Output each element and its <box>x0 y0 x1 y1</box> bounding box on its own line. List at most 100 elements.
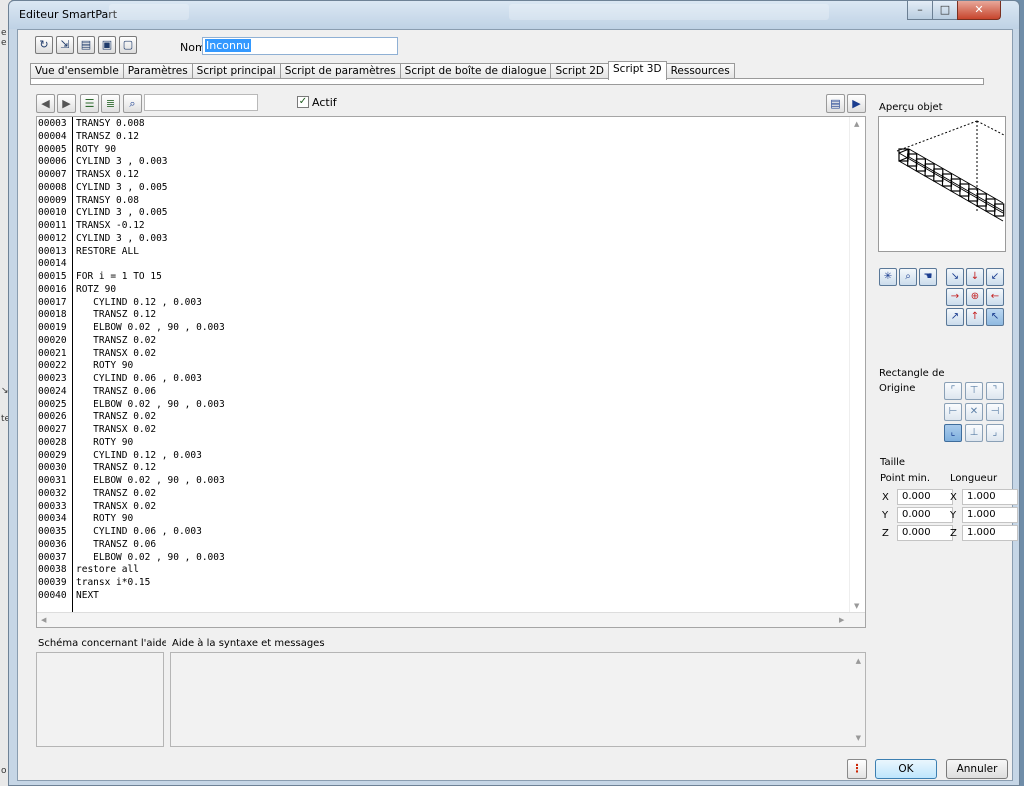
code-line[interactable]: 00009 TRANSY 0.08 <box>37 195 849 208</box>
code-line[interactable]: 00024 TRANSZ 0.06 <box>37 386 849 399</box>
scroll-down-arrow-icon[interactable]: ▼ <box>854 602 859 610</box>
view-se-button[interactable]: ↖ <box>986 308 1004 326</box>
code-line[interactable]: 00040 NEXT <box>37 590 849 603</box>
code-line[interactable]: 00026 TRANSZ 0.02 <box>37 411 849 424</box>
code-line[interactable]: 00020 TRANSZ 0.02 <box>37 335 849 348</box>
code-line[interactable]: 00011 TRANSX -0.12 <box>37 220 849 233</box>
code-line[interactable]: 00037 ELBOW 0.02 , 90 , 0.003 <box>37 552 849 565</box>
help-scroll-down-arrow-icon[interactable]: ▼ <box>856 734 861 742</box>
code-line[interactable]: 00023 CYLIND 0.06 , 0.003 <box>37 373 849 386</box>
close-button[interactable]: ✕ <box>957 1 1001 20</box>
code-line[interactable]: 00025 ELBOW 0.02 , 90 , 0.003 <box>37 399 849 412</box>
tab-vue-d-ensemble[interactable]: Vue d'ensemble <box>30 63 124 79</box>
tab-script-de-parametres[interactable]: Script de paramètres <box>279 63 401 79</box>
code-line[interactable]: 00006 CYLIND 3 , 0.003 <box>37 156 849 169</box>
pan-all-button[interactable]: ✳ <box>879 268 897 286</box>
view-e-button[interactable]: ← <box>986 288 1004 306</box>
point-min-z-input[interactable]: 0.000 <box>897 525 953 541</box>
zoom-button[interactable]: ⌕ <box>899 268 917 286</box>
code-line[interactable]: 00036 TRANSZ 0.06 <box>37 539 849 552</box>
origin-top-left-button[interactable]: ⌜ <box>944 382 962 400</box>
list-button[interactable]: ☰ <box>80 94 99 113</box>
origin-bottom-right-button[interactable]: ⌟ <box>986 424 1004 442</box>
code-line[interactable]: 00029 CYLIND 0.12 , 0.003 <box>37 450 849 463</box>
view-ne-button[interactable]: ↙ <box>986 268 1004 286</box>
tab-ressources[interactable]: Ressources <box>665 63 735 79</box>
code-line[interactable]: 00033 TRANSX 0.02 <box>37 501 849 514</box>
object-preview[interactable] <box>878 116 1006 252</box>
code-editor[interactable]: 00003 TRANSY 0.008 00004 TRANSZ 0.12 00005 RO… <box>36 116 866 628</box>
code-line[interactable]: 00019 ELBOW 0.02 , 90 , 0.003 <box>37 322 849 335</box>
code-line[interactable]: 00027 TRANSX 0.02 <box>37 424 849 437</box>
ok-button[interactable]: OK <box>875 759 937 779</box>
redo-button[interactable]: ▶ <box>57 94 76 113</box>
point-min-x-input[interactable]: 0.000 <box>897 489 953 505</box>
tab-script-principal[interactable]: Script principal <box>191 63 281 79</box>
code-line[interactable]: 00013 RESTORE ALL <box>37 246 849 259</box>
origin-bottom-left-button[interactable]: ⌞ <box>944 424 962 442</box>
origin-middle-left-button[interactable]: ⊢ <box>944 403 962 421</box>
scroll-left-arrow-icon[interactable]: ◀ <box>41 616 46 624</box>
point-min-y-input[interactable]: 0.000 <box>897 507 953 523</box>
help-scroll-up-arrow-icon[interactable]: ▲ <box>856 657 861 665</box>
code-line[interactable]: 00012 CYLIND 3 , 0.003 <box>37 233 849 246</box>
tab-script-2d[interactable]: Script 2D <box>550 63 610 79</box>
code-line[interactable]: 00039 transx i*0.15 <box>37 577 849 590</box>
script-help-button[interactable]: ▤ <box>826 94 845 113</box>
view-center-button[interactable]: ⊕ <box>966 288 984 306</box>
code-line[interactable]: 00010 CYLIND 3 , 0.005 <box>37 207 849 220</box>
longueur-x-input[interactable]: 1.000 <box>962 489 1018 505</box>
help-button[interactable]: ⋮ <box>847 759 867 779</box>
origin-top-right-button[interactable]: ⌝ <box>986 382 1004 400</box>
origin-top-center-button[interactable]: ⊤ <box>965 382 983 400</box>
tab-parametres[interactable]: Paramètres <box>122 63 193 79</box>
code-line[interactable]: 00003 TRANSY 0.008 <box>37 118 849 131</box>
cancel-button[interactable]: Annuler <box>946 759 1008 779</box>
tab-script-de-boite-de-dialogue[interactable]: Script de boîte de dialogue <box>399 63 552 79</box>
lock-button[interactable]: ▢ <box>119 36 137 54</box>
undo-button[interactable]: ◀ <box>36 94 55 113</box>
view-n-button[interactable]: ↓ <box>966 268 984 286</box>
import-button[interactable]: ⇲ <box>56 36 74 54</box>
save-button[interactable]: ▣ <box>98 36 116 54</box>
scroll-up-arrow-icon[interactable]: ▲ <box>854 120 859 128</box>
code-line[interactable]: 00016 ROTZ 90 <box>37 284 849 297</box>
longueur-y-input[interactable]: 1.000 <box>962 507 1018 523</box>
title-bar[interactable]: Editeur SmartPart – □ ✕ <box>9 1 1019 29</box>
code-line[interactable]: 00007 TRANSX 0.12 <box>37 169 849 182</box>
actif-checkbox[interactable]: ✓ <box>297 96 309 108</box>
scroll-right-arrow-icon[interactable]: ▶ <box>839 616 844 624</box>
code-line[interactable]: 00030 TRANSZ 0.12 <box>37 462 849 475</box>
code-line[interactable]: 00005 ROTY 90 <box>37 144 849 157</box>
horizontal-scrollbar[interactable]: ◀ ▶ <box>37 612 865 627</box>
minimize-button[interactable]: – <box>907 1 933 20</box>
run-script-button[interactable]: ▶ <box>847 94 866 113</box>
code-line[interactable]: 00014 <box>37 258 849 271</box>
view-nw-button[interactable]: ↘ <box>946 268 964 286</box>
code-line[interactable]: 00004 TRANSZ 0.12 <box>37 131 849 144</box>
origin-center-button[interactable]: ✕ <box>965 403 983 421</box>
view-sw-button[interactable]: ↗ <box>946 308 964 326</box>
code-line[interactable]: 00018 TRANSZ 0.12 <box>37 309 849 322</box>
code-line[interactable]: 00022 ROTY 90 <box>37 360 849 373</box>
view-w-button[interactable]: → <box>946 288 964 306</box>
code-line[interactable]: 00032 TRANSZ 0.02 <box>37 488 849 501</box>
origin-middle-right-button[interactable]: ⊣ <box>986 403 1004 421</box>
code-line[interactable]: 00028 ROTY 90 <box>37 437 849 450</box>
code-line[interactable]: 00034 ROTY 90 <box>37 513 849 526</box>
search-input[interactable] <box>144 94 258 111</box>
code-line[interactable]: 00031 ELBOW 0.02 , 90 , 0.003 <box>37 475 849 488</box>
maximize-button[interactable]: □ <box>932 1 958 20</box>
code-line[interactable]: 00035 CYLIND 0.06 , 0.003 <box>37 526 849 539</box>
code-line[interactable]: 00038 restore all <box>37 564 849 577</box>
view-s-button[interactable]: ↑ <box>966 308 984 326</box>
origin-bottom-center-button[interactable]: ⊥ <box>965 424 983 442</box>
list-edit-button[interactable]: ≣ <box>101 94 120 113</box>
vertical-scrollbar[interactable]: ▲ ▼ <box>849 117 865 613</box>
longueur-z-input[interactable]: 1.000 <box>962 525 1018 541</box>
code-line[interactable]: 00015 FOR i = 1 TO 15 <box>37 271 849 284</box>
hand-button[interactable]: ☚ <box>919 268 937 286</box>
code-line[interactable]: 00021 TRANSX 0.02 <box>37 348 849 361</box>
code-line[interactable]: 00008 CYLIND 3 , 0.005 <box>37 182 849 195</box>
refresh-button[interactable]: ↻ <box>35 36 53 54</box>
